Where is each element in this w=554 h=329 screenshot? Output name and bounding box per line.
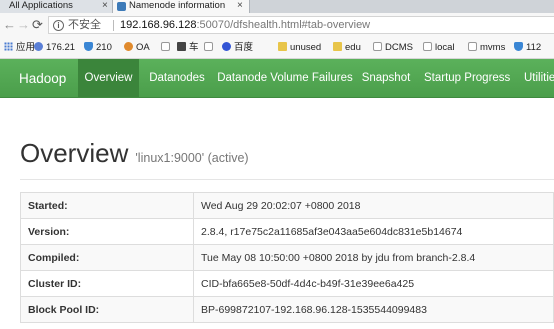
circle-icon bbox=[124, 42, 133, 51]
compiled-value: Tue May 08 10:50:00 +0800 2018 by jdu fr… bbox=[193, 244, 554, 271]
folder-icon bbox=[333, 42, 342, 51]
brand-logo[interactable]: Hadoop bbox=[19, 59, 66, 98]
bookmark-176[interactable]: 176.21 bbox=[34, 41, 75, 55]
overview-table: Started: Wed Aug 29 20:02:07 +0800 2018 … bbox=[20, 192, 554, 323]
bookmark-label: 210 bbox=[96, 42, 112, 53]
page-favicon-icon bbox=[117, 2, 126, 11]
baidu-paw-icon bbox=[222, 42, 231, 51]
table-row: Version: 2.8.4, r17e75c2a11685af3e043aa5… bbox=[20, 218, 554, 245]
cluster-id-label: Cluster ID: bbox=[20, 270, 194, 297]
folder-icon bbox=[278, 42, 287, 51]
tab-datanode-volume-failures[interactable]: Datanode Volume Failures bbox=[217, 59, 353, 97]
bookmark-label: DCMS bbox=[385, 42, 413, 53]
bookmark-baidu[interactable]: 百度 bbox=[222, 41, 253, 55]
tab-datanodes[interactable]: Datanodes bbox=[146, 59, 208, 97]
overview-title: Overview bbox=[20, 138, 129, 168]
bookmark-car[interactable]: 车 bbox=[177, 41, 199, 55]
browser-tab-strip: All Applications × Namenode information … bbox=[0, 0, 554, 13]
bookmark-label: local bbox=[435, 42, 455, 53]
hadoop-navbar: Hadoop Overview Datanodes Datanode Volum… bbox=[0, 59, 554, 98]
bookmark-label: 车 bbox=[189, 42, 199, 53]
url-host: 192.168.96.128 bbox=[120, 19, 197, 31]
reload-icon[interactable]: ⟳ bbox=[32, 17, 43, 33]
compiled-label: Compiled: bbox=[20, 244, 194, 271]
divider bbox=[113, 20, 114, 31]
bookmarks-bar: 应用 176.21 210 OA 车 百度 unused edu DCMS lo… bbox=[0, 37, 554, 59]
page-title: Overview 'linux1:9000' (active) bbox=[20, 138, 249, 169]
started-value: Wed Aug 29 20:02:07 +0800 2018 bbox=[193, 192, 554, 219]
bookmark-label: 应用 bbox=[16, 42, 36, 53]
cluster-id-value: CID-bfa665e8-50df-4d4c-b49f-31e39ee6a425 bbox=[193, 270, 554, 297]
bookmark-apps[interactable]: 应用 bbox=[4, 41, 35, 55]
table-row: Block Pool ID: BP-699872107-192.168.96.1… bbox=[20, 296, 554, 323]
tab-title: Namenode information bbox=[129, 0, 226, 11]
bookmark-label: edu bbox=[345, 42, 361, 53]
table-row: Cluster ID: CID-bfa665e8-50df-4d4c-b49f-… bbox=[20, 270, 554, 297]
tab-snapshot[interactable]: Snapshot bbox=[360, 59, 412, 97]
bookmark-local[interactable]: local bbox=[423, 41, 455, 55]
bookmark-folder-unused[interactable]: unused bbox=[278, 41, 321, 55]
bookmark-dcms[interactable]: DCMS bbox=[373, 41, 413, 55]
namenode-address: 'linux1:9000' (active) bbox=[135, 151, 249, 165]
tab-namenode-information[interactable]: Namenode information × bbox=[112, 0, 250, 13]
apps-icon bbox=[4, 42, 13, 51]
tab-startup-progress[interactable]: Startup Progress bbox=[424, 59, 510, 97]
url-path: :50070/dfshealth.html#tab-overview bbox=[196, 19, 371, 31]
page-icon bbox=[204, 42, 213, 51]
shield-icon bbox=[84, 42, 93, 51]
tab-title: All Applications bbox=[9, 0, 73, 11]
bookmark-210[interactable]: 210 bbox=[84, 41, 112, 55]
bookmark-mvms[interactable]: mvms bbox=[468, 41, 505, 55]
tab-overview[interactable]: Overview bbox=[78, 59, 139, 97]
forward-arrow-icon[interactable]: → bbox=[17, 17, 30, 33]
bookmark-label: 176.21 bbox=[46, 42, 76, 53]
bookmark-label: 112 bbox=[526, 42, 542, 53]
shield-icon bbox=[514, 42, 523, 51]
table-row: Started: Wed Aug 29 20:02:07 +0800 2018 bbox=[20, 192, 554, 219]
url-text[interactable]: 192.168.96.128:50070/dfshealth.html#tab-… bbox=[120, 17, 370, 33]
bookmark-document[interactable] bbox=[161, 41, 173, 55]
close-icon[interactable]: × bbox=[102, 0, 108, 12]
tab-utilities[interactable]: Utilities bbox=[524, 59, 554, 97]
tab-all-applications[interactable]: All Applications × bbox=[0, 0, 114, 13]
bookmark-label: mvms bbox=[480, 42, 506, 53]
address-bar: ← → ⟳ i 不安全 192.168.96.128:50070/dfsheal… bbox=[0, 13, 554, 37]
security-status[interactable]: 不安全 bbox=[68, 17, 101, 33]
version-value: 2.8.4, r17e75c2a11685af3e043aa5e604dc831… bbox=[193, 218, 554, 245]
bookmark-label: OA bbox=[136, 42, 150, 53]
bookmark-label: unused bbox=[290, 42, 322, 53]
divider bbox=[20, 179, 554, 180]
page-icon bbox=[373, 42, 382, 51]
table-row: Compiled: Tue May 08 10:50:00 +0800 2018… bbox=[20, 244, 554, 271]
bookmark-folder-edu[interactable]: edu bbox=[333, 41, 361, 55]
document-icon bbox=[161, 42, 170, 51]
bookmark-112[interactable]: 112 bbox=[514, 41, 541, 55]
bookmark-page[interactable] bbox=[204, 41, 216, 55]
block-pool-id-value: BP-699872107-192.168.96.128-153554409948… bbox=[193, 296, 554, 323]
car-icon bbox=[177, 42, 186, 51]
url-input[interactable]: i 不安全 192.168.96.128:50070/dfshealth.htm… bbox=[48, 16, 554, 34]
back-arrow-icon[interactable]: ← bbox=[3, 17, 16, 33]
block-pool-id-label: Block Pool ID: bbox=[20, 296, 194, 323]
globe-icon bbox=[34, 42, 43, 51]
started-label: Started: bbox=[20, 192, 194, 219]
page-icon bbox=[423, 42, 432, 51]
info-icon[interactable]: i bbox=[53, 20, 64, 31]
version-label: Version: bbox=[20, 218, 194, 245]
bookmark-oa[interactable]: OA bbox=[124, 41, 150, 55]
bookmark-label: 百度 bbox=[234, 42, 254, 53]
page-icon bbox=[468, 42, 477, 51]
close-icon[interactable]: × bbox=[237, 0, 243, 12]
